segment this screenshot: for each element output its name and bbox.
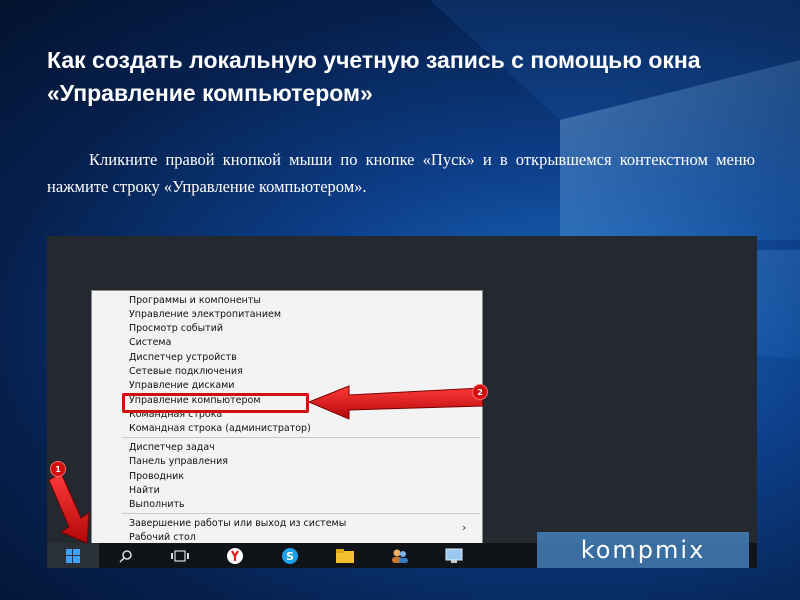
skype-icon[interactable]: S bbox=[279, 546, 301, 566]
menu-item-shutdown[interactable]: Завершение работы или выход из системы bbox=[129, 517, 346, 531]
menu-item-cmd-admin[interactable]: Командная строка (администратор) bbox=[129, 422, 311, 436]
windows-start-icon[interactable] bbox=[47, 543, 99, 568]
menu-item-run[interactable]: Выполнить bbox=[129, 498, 185, 512]
menu-item-control-panel[interactable]: Панель управления bbox=[129, 455, 228, 469]
menu-item-search[interactable]: Найти bbox=[129, 484, 160, 498]
people-icon[interactable] bbox=[389, 546, 411, 566]
menu-item-event-viewer[interactable]: Просмотр событий bbox=[129, 322, 223, 336]
menu-item-network[interactable]: Сетевые подключения bbox=[129, 365, 243, 379]
menu-item-system[interactable]: Система bbox=[129, 336, 171, 350]
task-view-icon[interactable] bbox=[169, 546, 191, 566]
menu-separator bbox=[122, 437, 480, 438]
chevron-right-icon: › bbox=[462, 521, 467, 534]
menu-item-programs[interactable]: Программы и компоненты bbox=[129, 294, 261, 308]
computer-icon[interactable] bbox=[443, 546, 465, 566]
menu-separator bbox=[122, 513, 480, 514]
slide-instruction: Кликните правой кнопкой мыши по кнопке «… bbox=[47, 150, 755, 196]
menu-item-task-manager[interactable]: Диспетчер задач bbox=[129, 441, 215, 455]
search-icon[interactable] bbox=[115, 546, 137, 566]
menu-item-explorer[interactable]: Проводник bbox=[129, 470, 184, 484]
desktop-screenshot: Программы и компоненты Управление электр… bbox=[47, 236, 757, 568]
start-context-menu: Программы и компоненты Управление электр… bbox=[91, 290, 483, 544]
arrow-to-start-button bbox=[48, 472, 90, 544]
highlight-frame bbox=[122, 393, 309, 413]
slide-title: Как создать локальную учетную запись с п… bbox=[47, 47, 701, 106]
menu-item-device-manager[interactable]: Диспетчер устройств bbox=[129, 351, 237, 365]
menu-item-disk-management[interactable]: Управление дисками bbox=[129, 379, 234, 393]
file-explorer-icon[interactable] bbox=[334, 546, 356, 566]
menu-item-power[interactable]: Управление электропитанием bbox=[129, 308, 281, 322]
yandex-browser-icon[interactable] bbox=[224, 546, 246, 566]
step-2-badge: 2 bbox=[472, 384, 488, 400]
svg-text:S: S bbox=[286, 550, 294, 563]
step-1-badge: 1 bbox=[50, 461, 66, 477]
kompmix-watermark: kompmix bbox=[537, 532, 749, 568]
